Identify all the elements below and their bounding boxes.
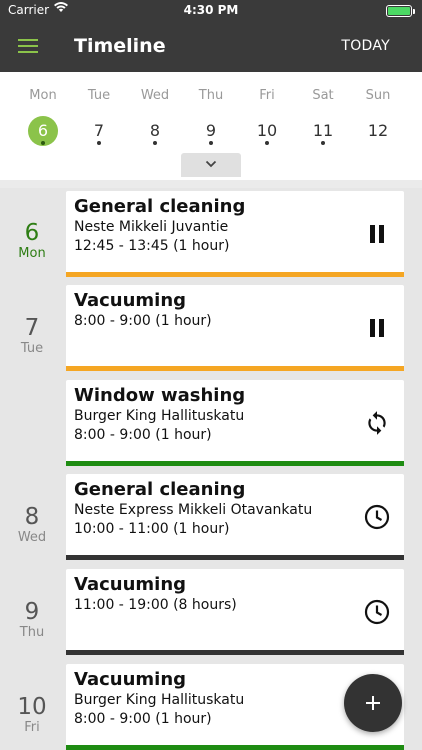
date-label: 9 Thu [0,599,64,641]
day-number[interactable]: 12 [363,116,393,146]
today-button[interactable]: TODAY [341,38,390,54]
task-title: Vacuuming [74,669,187,690]
date-label: 10 Fri [0,694,64,736]
divider [0,180,422,188]
add-task-button[interactable] [344,674,402,732]
chevron-down-icon [205,160,217,168]
status-time: 4:30 PM [183,3,239,17]
task-card[interactable]: Window washing Burger King Hallituskatu … [66,380,404,466]
menu-button[interactable] [18,38,38,54]
task-time: 10:00 - 11:00 (1 hour) [74,521,230,537]
date-number: 7 [24,315,40,341]
date-weekday: Thu [19,625,45,640]
clock-icon[interactable] [364,504,390,530]
date-weekday: Mon [18,246,46,261]
date-label: 8 Wed [0,504,64,546]
event-dot [321,141,325,145]
task-card[interactable]: Vacuuming 11:00 - 19:00 (8 hours) [66,569,404,655]
event-dot [209,141,213,145]
date-number: 8 [24,504,40,530]
app-header: Carrier 4:30 PM Timeline TODAY [0,0,422,72]
collapse-week-button[interactable] [181,153,241,177]
clock-icon[interactable] [364,599,390,625]
status-bar-orange [66,366,404,371]
date-weekday: Tue [20,341,44,356]
status-bar-dark [66,555,404,560]
day-name: Sat [312,88,334,103]
event-dot [153,141,157,145]
status-bar-green [66,461,404,466]
date-number: 10 [17,694,47,720]
day-name: Fri [259,88,275,103]
task-title: Vacuuming [74,574,187,595]
task-card[interactable]: General cleaning Neste Mikkeli Juvantie … [66,191,404,277]
task-time: 8:00 - 9:00 (1 hour) [74,427,212,443]
task-title: General cleaning [74,479,246,500]
date-weekday: Wed [17,530,47,545]
task-time: 8:00 - 9:00 (1 hour) [74,313,212,329]
task-card[interactable]: Vacuuming 8:00 - 9:00 (1 hour) [66,285,404,371]
battery-icon [386,5,415,17]
day-name: Sun [365,88,391,103]
day-name: Mon [29,88,57,103]
week-strip: Mon 6 Tue 7 Wed 8 Thu 9 Fri 10 Sat 11 Su… [0,72,422,180]
date-label: 7 Tue [0,315,64,357]
task-location: Neste Mikkeli Juvantie [74,219,229,235]
task-time: 8:00 - 9:00 (1 hour) [74,711,212,727]
date-label-today: 6 Mon [0,220,64,262]
timeline-list: 6 Mon 7 Tue 8 Wed 9 Thu 10 Fri General c… [0,188,422,750]
event-dot [265,141,269,145]
status-bar-orange [66,272,404,277]
sync-icon[interactable] [364,410,390,436]
status-bar-green [66,745,404,750]
task-location: Burger King Hallituskatu [74,408,245,424]
task-title: General cleaning [74,196,246,217]
day-name: Wed [140,88,170,103]
page-title: Timeline [74,35,166,57]
task-title: Window washing [74,385,246,406]
event-dot [41,141,45,145]
plus-icon [366,696,380,710]
date-number: 9 [24,599,40,625]
event-dot [97,141,101,145]
date-number: 6 [24,220,40,246]
task-location: Neste Express Mikkeli Otavankatu [74,502,313,518]
task-time: 11:00 - 19:00 (8 hours) [74,597,237,613]
status-bar: Carrier 4:30 PM [0,0,422,22]
task-time: 12:45 - 13:45 (1 hour) [74,238,230,254]
date-weekday: Fri [24,720,40,735]
status-bar-dark [66,650,404,655]
task-card[interactable]: General cleaning Neste Express Mikkeli O… [66,474,404,560]
pause-icon[interactable] [364,315,390,341]
pause-icon[interactable] [364,221,390,247]
day-name: Tue [87,88,111,103]
day-name: Thu [198,88,224,103]
task-location: Burger King Hallituskatu [74,692,245,708]
task-title: Vacuuming [74,290,187,311]
